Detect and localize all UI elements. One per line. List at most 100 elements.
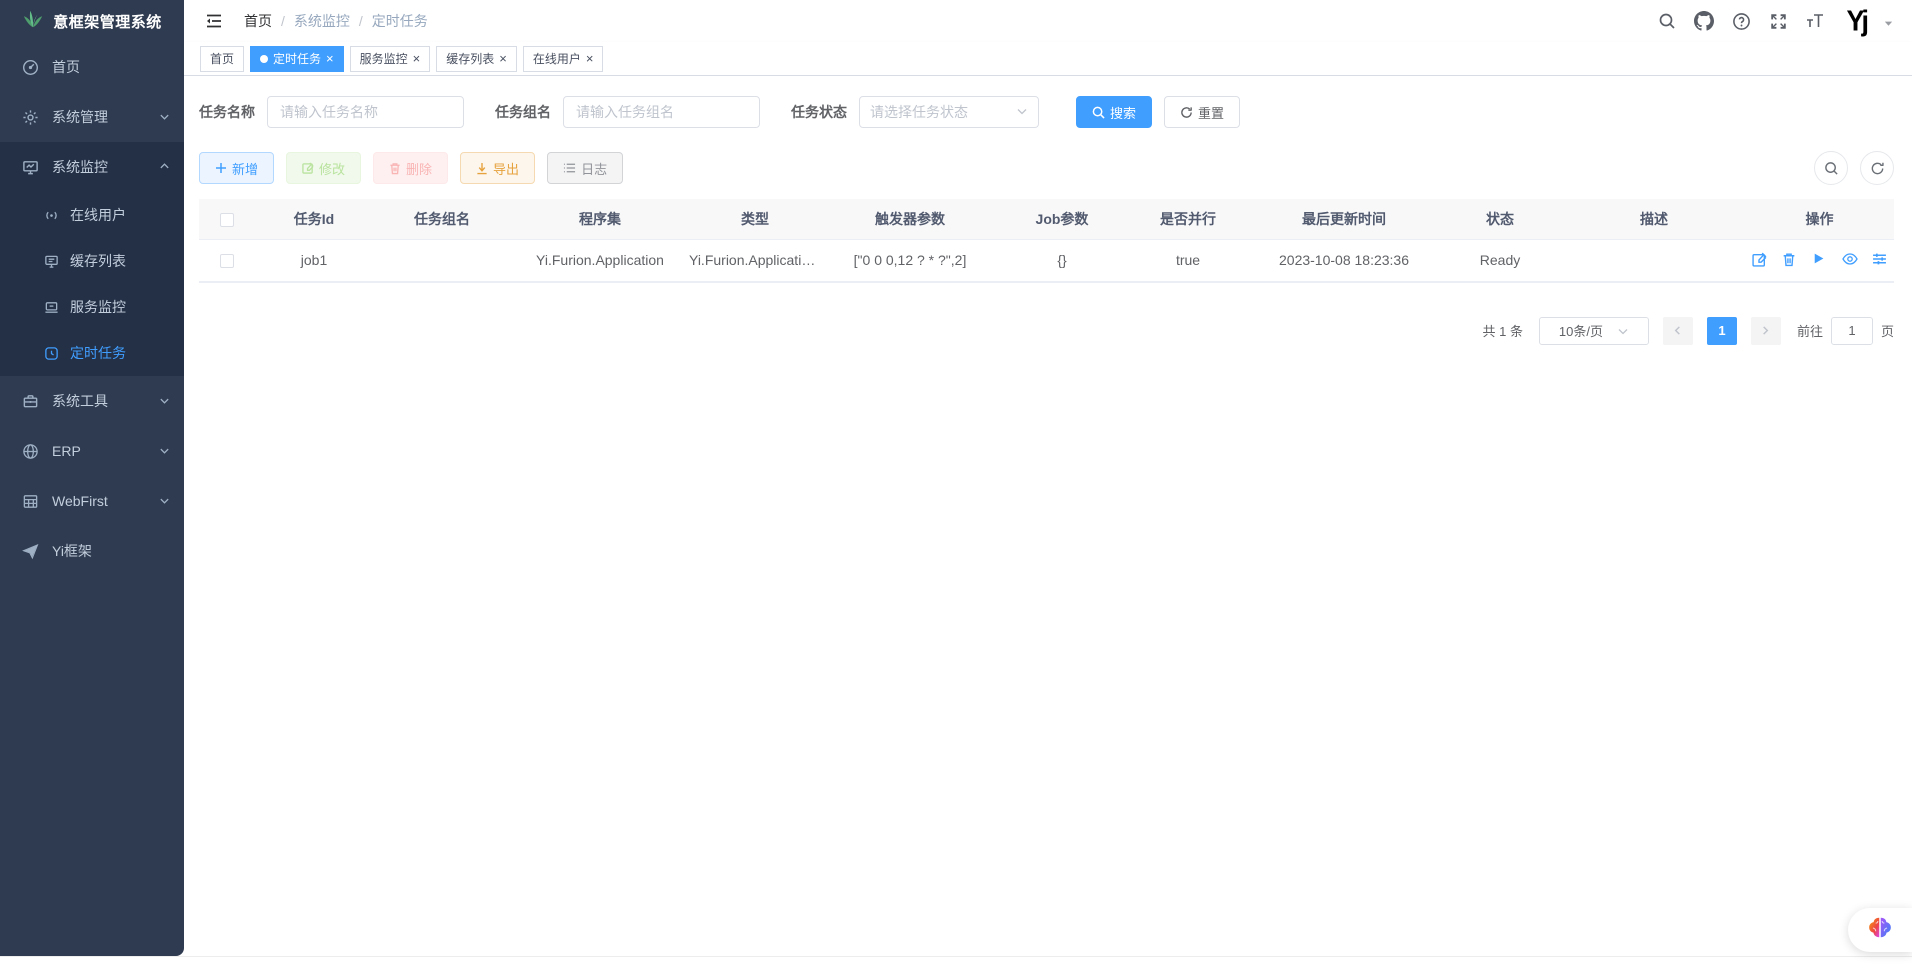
horizontal-scrollbar[interactable] [0, 956, 1912, 966]
cell-task-id: job1 [255, 239, 373, 281]
log-button[interactable]: 日志 [547, 152, 623, 184]
toolbar-right-tools [1814, 151, 1894, 185]
app-logo[interactable]: 意框架管理系统 [0, 0, 184, 42]
breadcrumb-system-monitor: 系统监控 [294, 11, 350, 31]
row-view-icon[interactable] [1842, 252, 1858, 268]
task-group-input[interactable] [563, 96, 760, 128]
chevron-down-icon [159, 393, 170, 409]
tab-label: 在线用户 [533, 50, 581, 67]
row-delete-icon[interactable] [1782, 252, 1798, 268]
tab-online-users[interactable]: 在线用户 × [523, 46, 604, 72]
tab-timed-tasks[interactable]: 定时任务 × [250, 46, 344, 72]
tab-home[interactable]: 首页 [200, 46, 244, 72]
prev-page-button[interactable] [1663, 317, 1693, 345]
row-more-settings-icon[interactable] [1872, 252, 1888, 268]
tab-label: 服务监控 [360, 50, 408, 67]
close-icon[interactable]: × [413, 52, 421, 65]
breadcrumb-home[interactable]: 首页 [244, 11, 272, 31]
sidebar-item-label: 在线用户 [70, 205, 126, 225]
sidebar-item-yi-framework[interactable]: Yi框架 [0, 526, 184, 576]
reset-button-label: 重置 [1198, 103, 1224, 122]
task-name-label: 任务名称 [199, 102, 255, 122]
tab-cache-list[interactable]: 缓存列表 × [436, 46, 517, 72]
cell-last-updated: 2023-10-08 18:23:36 [1251, 239, 1437, 281]
col-actions: 操作 [1745, 199, 1894, 239]
task-name-input[interactable] [267, 96, 464, 128]
sidebar-item-cache-list[interactable]: 缓存列表 [0, 238, 184, 284]
sidebar-item-erp[interactable]: ERP [0, 426, 184, 476]
breadcrumb-separator: / [281, 13, 285, 29]
search-button[interactable]: 搜索 [1076, 96, 1152, 128]
col-task-id: 任务Id [255, 199, 373, 239]
select-all-checkbox[interactable] [220, 213, 234, 227]
sidebar-item-system-tools[interactable]: 系统工具 [0, 376, 184, 426]
user-avatar-logo[interactable]: Yj [1846, 7, 1866, 35]
refresh-button[interactable] [1860, 151, 1894, 185]
table-row[interactable]: job1 Yi.Furion.Application Yi.Furion.App… [199, 239, 1894, 281]
avatar-dropdown-icon[interactable] [1883, 16, 1894, 34]
col-job-params: Job参数 [999, 199, 1125, 239]
briefcase-icon [22, 392, 40, 410]
sidebar-fold-icon[interactable] [204, 10, 226, 32]
page-number-button[interactable]: 1 [1707, 317, 1737, 345]
search-icon[interactable] [1657, 11, 1677, 31]
submenu-system-monitor: 在线用户 缓存列表 [0, 192, 184, 376]
cell-job-params: {} [999, 239, 1125, 281]
cell-status: Ready [1437, 239, 1563, 281]
row-run-icon[interactable] [1812, 252, 1828, 268]
delete-button[interactable]: 删除 [373, 152, 448, 184]
wireless-icon [44, 207, 60, 223]
clock-icon [44, 345, 60, 361]
close-icon[interactable]: × [326, 52, 334, 65]
row-edit-icon[interactable] [1752, 252, 1768, 268]
filter-task-status: 任务状态 请选择任务状态 [791, 96, 1039, 128]
help-icon[interactable] [1731, 11, 1751, 31]
toggle-search-button[interactable] [1814, 151, 1848, 185]
github-icon[interactable] [1694, 11, 1714, 31]
cell-actions [1745, 239, 1894, 281]
header-select-all [199, 199, 255, 239]
breadcrumb-separator: / [359, 13, 363, 29]
add-button[interactable]: 新增 [199, 152, 274, 184]
tab-service-monitor[interactable]: 服务监控 × [350, 46, 431, 72]
page-size-select[interactable]: 10条/页 [1539, 317, 1649, 345]
sidebar-item-online-users[interactable]: 在线用户 [0, 192, 184, 238]
reset-button[interactable]: 重置 [1164, 96, 1240, 128]
chevron-down-icon [1016, 104, 1028, 120]
row-checkbox[interactable] [220, 254, 234, 268]
goto-page-input[interactable] [1831, 317, 1873, 345]
cell-task-group [373, 239, 511, 281]
sidebar-menu: 首页 系统管理 [0, 42, 184, 956]
chevron-down-icon [1617, 325, 1629, 337]
search-button-label: 搜索 [1110, 103, 1136, 122]
task-status-select[interactable]: 请选择任务状态 [859, 96, 1039, 128]
sidebar-item-label: 首页 [52, 57, 170, 77]
sidebar-item-label: 系统管理 [52, 107, 159, 127]
sidebar-item-timed-tasks[interactable]: 定时任务 [0, 330, 184, 376]
task-group-label: 任务组名 [495, 102, 551, 122]
page-content: 任务名称 任务组名 任务状态 请选择任务状态 [184, 76, 1912, 966]
next-page-button[interactable] [1751, 317, 1781, 345]
sidebar-item-system-management[interactable]: 系统管理 [0, 92, 184, 142]
sidebar-item-service-monitor[interactable]: 服务监控 [0, 284, 184, 330]
export-button[interactable]: 导出 [460, 152, 535, 184]
sidebar-item-system-monitor[interactable]: 系统监控 [0, 142, 184, 192]
sidebar-item-label: 系统工具 [52, 391, 159, 411]
pagination-total: 共 1 条 [1483, 321, 1523, 340]
fullscreen-icon[interactable] [1768, 11, 1788, 31]
main-area: 首页 / 系统监控 / 定时任务 [184, 0, 1912, 966]
close-icon[interactable]: × [586, 52, 594, 65]
app-root: 意框架管理系统 首页 系统管理 [0, 0, 1912, 966]
gear-icon [22, 108, 40, 126]
assistant-float-button[interactable] [1848, 908, 1912, 952]
filter-task-name: 任务名称 [199, 96, 464, 128]
sidebar-group-system-monitor: 系统监控 在线用户 [0, 142, 184, 376]
edit-button[interactable]: 修改 [286, 152, 361, 184]
screen-icon [44, 253, 60, 269]
close-icon[interactable]: × [499, 52, 507, 65]
col-assembly: 程序集 [511, 199, 689, 239]
task-status-label: 任务状态 [791, 102, 847, 122]
sidebar-item-home[interactable]: 首页 [0, 42, 184, 92]
font-size-icon[interactable] [1805, 11, 1825, 31]
sidebar-item-webfirst[interactable]: WebFirst [0, 476, 184, 526]
